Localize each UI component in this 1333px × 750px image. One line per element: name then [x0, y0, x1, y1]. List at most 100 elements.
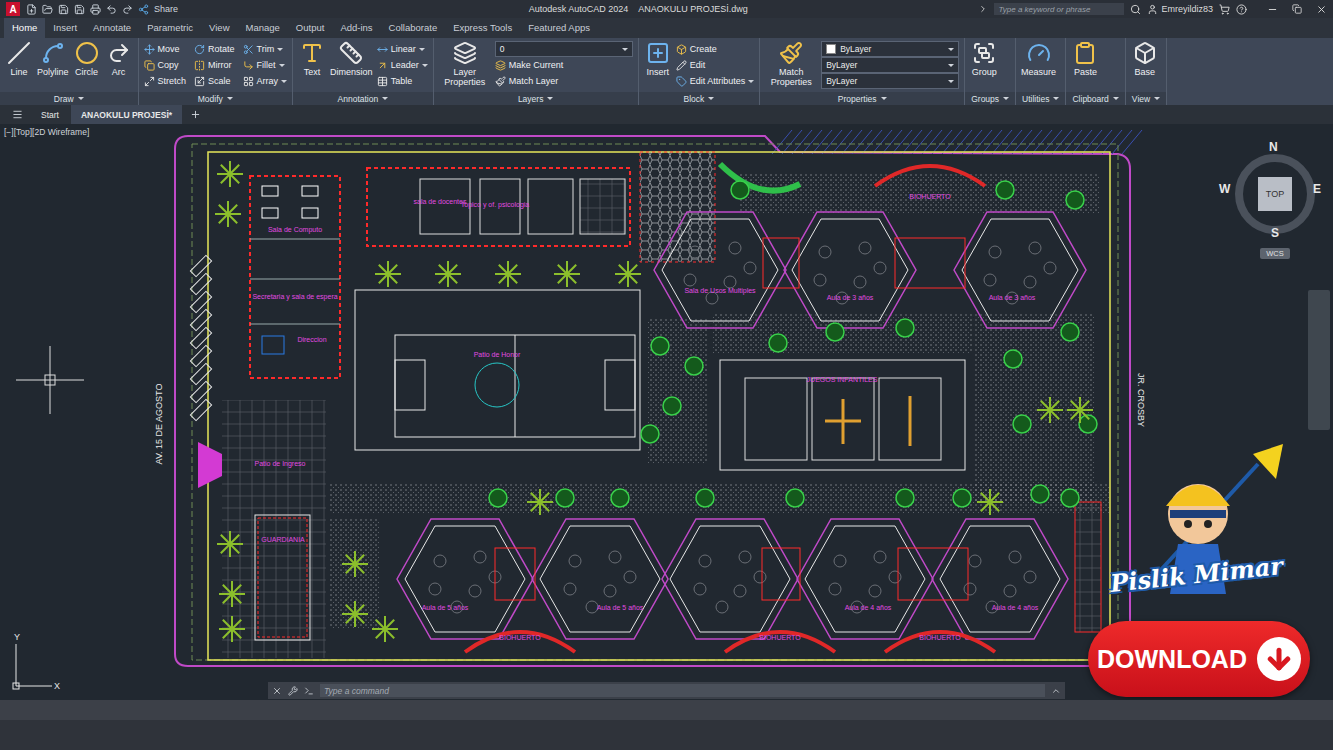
- ribbon-button[interactable]: Match Properties: [765, 41, 817, 87]
- command-input[interactable]: [320, 684, 1045, 697]
- sports-court: [355, 290, 640, 450]
- redo-icon[interactable]: [122, 4, 133, 15]
- save-as-icon[interactable]: [74, 4, 85, 15]
- panel-title[interactable]: Clipboard: [1066, 92, 1124, 105]
- customize-icon[interactable]: [288, 686, 298, 696]
- ribbon-button[interactable]: Base: [1131, 41, 1159, 77]
- ribbon-button[interactable]: Arc: [105, 41, 133, 77]
- drawing-canvas[interactable]: Sala de ComputoSecretaria y sala de espe…: [0, 124, 1333, 700]
- panel-title[interactable]: Layers: [434, 92, 638, 105]
- playground: [720, 360, 965, 470]
- undo-icon[interactable]: [106, 4, 117, 15]
- ribbon-button[interactable]: Group: [970, 41, 998, 77]
- ribbon-button[interactable]: Layer Properties: [439, 41, 491, 87]
- palm-tree: [217, 531, 243, 557]
- wcs-menu[interactable]: WCS: [1260, 248, 1290, 259]
- panel-title[interactable]: Properties: [760, 92, 964, 105]
- ribbon-small-button[interactable]: Linear: [377, 41, 428, 57]
- history-icon[interactable]: [1051, 686, 1061, 696]
- ribbon-button[interactable]: Line: [5, 41, 33, 77]
- ribbon-small-button[interactable]: Make Current: [495, 57, 633, 73]
- ribbon-small-button[interactable]: Array: [243, 73, 288, 89]
- property-dropdown[interactable]: ByLayer: [821, 73, 959, 89]
- panel-title[interactable]: Annotation: [293, 92, 433, 105]
- search-box[interactable]: Type a keyword or phrase: [994, 3, 1124, 15]
- ribbon-tab[interactable]: Manage: [238, 18, 288, 38]
- ribbon-small-button[interactable]: Edit: [676, 57, 755, 73]
- close-icon[interactable]: [272, 686, 282, 696]
- share-icon[interactable]: [138, 4, 149, 15]
- model-space[interactable]: Sala de ComputoSecretaria y sala de espe…: [0, 124, 1333, 700]
- app-menu-button[interactable]: A: [6, 2, 20, 16]
- ribbon-tab[interactable]: Annotate: [85, 18, 139, 38]
- expand-icon[interactable]: [978, 4, 988, 14]
- viewcube[interactable]: NSWETOPWCS: [1232, 154, 1318, 272]
- user-account[interactable]: Emreyildiz83: [1147, 4, 1213, 15]
- panel-title[interactable]: Modify: [139, 92, 293, 105]
- tool-icon: [1133, 41, 1157, 65]
- ribbon-tab[interactable]: View: [201, 18, 237, 38]
- ribbon-button[interactable]: Paste: [1071, 41, 1099, 77]
- search-icon[interactable]: [1130, 4, 1141, 15]
- palm-tree: [615, 261, 641, 287]
- help-icon[interactable]: [1236, 4, 1247, 15]
- navigation-bar[interactable]: [1308, 290, 1330, 430]
- viewport-controls[interactable]: [−][Top][2D Wireframe]: [4, 127, 89, 137]
- print-icon[interactable]: [90, 4, 101, 15]
- property-dropdown[interactable]: 0: [495, 41, 633, 57]
- room-label: Aula de 4 años: [845, 604, 892, 611]
- save-icon[interactable]: [58, 4, 69, 15]
- minimize-icon[interactable]: [1267, 4, 1278, 15]
- ribbon-small-button[interactable]: Match Layer: [495, 73, 633, 89]
- ribbon-tab[interactable]: Featured Apps: [520, 18, 598, 38]
- panel-title[interactable]: Utilities: [1016, 92, 1065, 105]
- ribbon-panel: LinePolylineCircleArc Draw: [0, 38, 139, 105]
- restore-icon[interactable]: [1292, 4, 1302, 14]
- ribbon-small-button[interactable]: Create: [676, 41, 755, 57]
- ribbon-small-button[interactable]: Leader: [377, 57, 428, 73]
- ribbon-tab[interactable]: Add-ins: [332, 18, 380, 38]
- ribbon-small-button[interactable]: Stretch: [144, 73, 187, 89]
- panel-title[interactable]: Draw: [0, 92, 138, 105]
- ribbon-tab[interactable]: Parametric: [139, 18, 201, 38]
- ribbon-tab[interactable]: Output: [288, 18, 333, 38]
- file-tab[interactable]: ANAOKULU PROJESİ*: [71, 105, 182, 124]
- ribbon-button[interactable]: Polyline: [37, 41, 69, 77]
- ribbon-small-button[interactable]: Fillet: [243, 57, 288, 73]
- command-icon[interactable]: [304, 686, 314, 696]
- ribbon-small-button[interactable]: Scale: [194, 73, 235, 89]
- panel-title[interactable]: Block: [639, 92, 760, 105]
- ribbon-small-button[interactable]: Mirror: [194, 57, 235, 73]
- property-dropdown[interactable]: ByLayer: [821, 41, 959, 57]
- ribbon-small-button[interactable]: Table: [377, 73, 428, 89]
- new-icon[interactable]: [26, 4, 37, 15]
- ribbon-small-button[interactable]: Rotate: [194, 41, 235, 57]
- ribbon-button[interactable]: Circle: [73, 41, 101, 77]
- ribbon-button[interactable]: Measure: [1021, 41, 1056, 77]
- ribbon-button[interactable]: Insert: [644, 41, 672, 77]
- room-label: Sala de Computo: [268, 226, 322, 234]
- ribbon-button[interactable]: Dimension: [330, 41, 373, 77]
- ribbon-tab[interactable]: Express Tools: [445, 18, 520, 38]
- file-tab[interactable]: Start: [31, 105, 69, 124]
- panel-title[interactable]: View: [1126, 92, 1166, 105]
- ribbon-small-button[interactable]: Edit Attributes: [676, 73, 755, 89]
- ribbon-small-button[interactable]: Move: [144, 41, 187, 57]
- new-tab-icon[interactable]: [190, 109, 201, 120]
- ribbon-button[interactable]: Text: [298, 41, 326, 77]
- cart-icon[interactable]: [1219, 4, 1230, 15]
- ribbon-tab[interactable]: Home: [4, 18, 45, 38]
- close-icon[interactable]: [1316, 4, 1327, 15]
- open-icon[interactable]: [42, 4, 53, 15]
- ribbon-small-button[interactable]: Trim: [243, 41, 288, 57]
- tool-icon: [1073, 41, 1097, 65]
- menu-icon[interactable]: [12, 109, 23, 120]
- ribbon-tab[interactable]: Insert: [45, 18, 85, 38]
- share-button[interactable]: Share: [154, 4, 178, 14]
- ribbon-tab[interactable]: Collaborate: [381, 18, 446, 38]
- download-button[interactable]: DOWNLOAD: [1088, 621, 1310, 697]
- panel-title[interactable]: Groups: [965, 92, 1015, 105]
- palm-tree: [1037, 397, 1063, 423]
- property-dropdown[interactable]: ByLayer: [821, 57, 959, 73]
- ribbon-small-button[interactable]: Copy: [144, 57, 187, 73]
